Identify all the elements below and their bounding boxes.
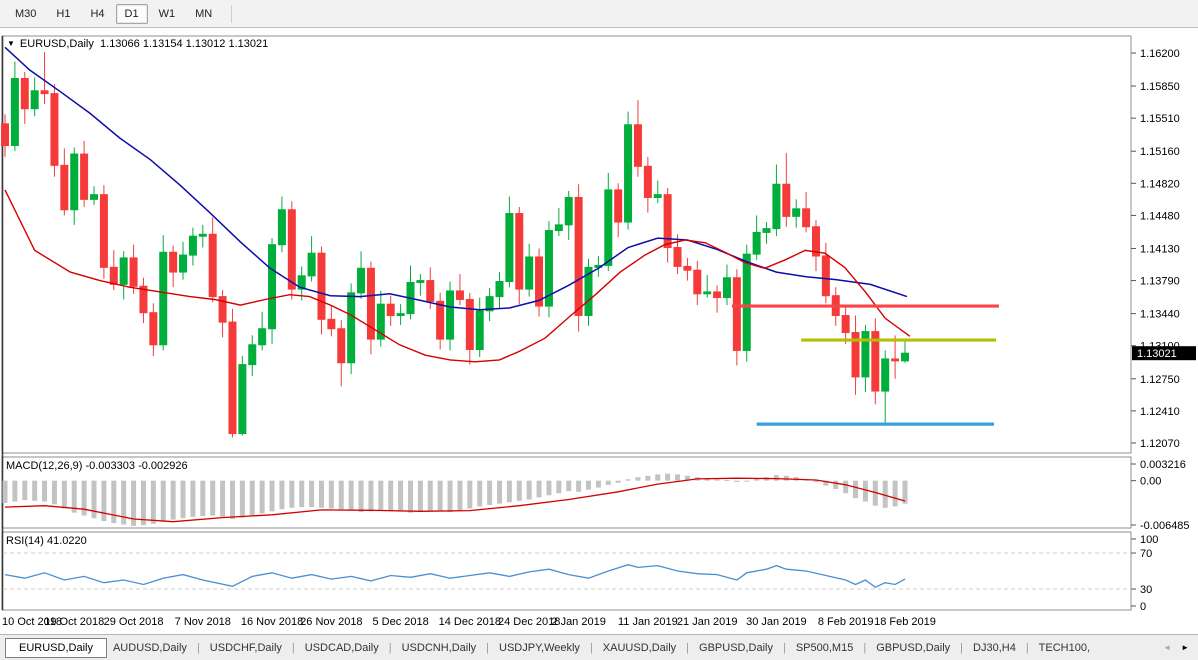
svg-text:18 Feb 2019: 18 Feb 2019: [874, 616, 936, 628]
chart-tab-6-xauusd-daily[interactable]: XAUUSD,Daily: [601, 639, 678, 657]
chart-tab-1-audusd-daily[interactable]: AUDUSD,Daily: [111, 639, 189, 657]
svg-text:7 Nov 2018: 7 Nov 2018: [175, 616, 231, 628]
tab-separator: |: [960, 642, 963, 654]
svg-text:21 Jan 2019: 21 Jan 2019: [677, 616, 738, 628]
svg-text:1.14820: 1.14820: [1140, 178, 1180, 190]
chart-tab-7-gbpusd-daily[interactable]: GBPUSD,Daily: [697, 639, 775, 657]
chart-title: ▼ EURUSD,Daily 1.13066 1.13154 1.13012 1.…: [7, 38, 268, 50]
chart-tab-4-usdcnh-daily[interactable]: USDCNH,Daily: [400, 639, 479, 657]
chart-tab-8-sp500-m15[interactable]: SP500,M15: [794, 639, 855, 657]
chart-area[interactable]: 1.16200 1.15850 1.15510 1.15160 1.14820 1.144…: [0, 0, 1198, 660]
svg-text:70: 70: [1140, 548, 1152, 560]
tab-scroll-right-icon[interactable]: ►: [1176, 643, 1194, 652]
tab-separator: |: [863, 642, 866, 654]
svg-text:1.15160: 1.15160: [1140, 146, 1180, 158]
tab-separator: |: [590, 642, 593, 654]
svg-text:8 Feb 2019: 8 Feb 2019: [818, 616, 874, 628]
chart-tab-9-gbpusd-daily[interactable]: GBPUSD,Daily: [874, 639, 952, 657]
timeframe-button-mn[interactable]: MN: [186, 4, 221, 24]
timeframe-button-h4[interactable]: H4: [81, 4, 113, 24]
tab-separator: |: [486, 642, 489, 654]
svg-text:16 Nov 2018: 16 Nov 2018: [241, 616, 303, 628]
svg-text:1.12750: 1.12750: [1140, 374, 1180, 386]
chart-tab-2-usdchf-daily[interactable]: USDCHF,Daily: [208, 639, 284, 657]
rsi-indicator-label: RSI(14) 41.0220: [6, 535, 87, 547]
chart-canvas[interactable]: 1.16200 1.15850 1.15510 1.15160 1.14820 1.144…: [0, 0, 1198, 660]
chart-tabbar: EURUSD,DailyAUDUSD,Daily | USDCHF,Daily | US…: [0, 634, 1198, 660]
tab-separator: |: [783, 642, 786, 654]
rsi-panel-frame: [2, 532, 1131, 610]
chart-tab-10-dj30-h4[interactable]: DJ30,H4: [971, 639, 1018, 657]
trading-platform-window: M30H1H4D1W1MN 1.16200 1.15850 1.15510 1.151…: [0, 0, 1198, 660]
tab-separator: |: [292, 642, 295, 654]
svg-text:0: 0: [1140, 601, 1146, 613]
svg-text:1.14480: 1.14480: [1140, 210, 1180, 222]
svg-text:11 Jan 2019: 11 Jan 2019: [618, 616, 678, 628]
tab-scroll-left-icon[interactable]: ◄: [1158, 643, 1176, 652]
svg-text:1.12410: 1.12410: [1140, 406, 1180, 418]
tab-separator: |: [1026, 642, 1029, 654]
svg-text:0.003216: 0.003216: [1140, 459, 1186, 471]
timeframe-button-h1[interactable]: H1: [47, 4, 79, 24]
chart-symbol-label: EURUSD,Daily: [20, 38, 94, 50]
svg-text:30: 30: [1140, 584, 1152, 596]
date-axis: 10 Oct 201819 Oct 201829 Oct 20187 Nov 2…: [2, 616, 936, 628]
toolbar-separator: [231, 5, 232, 23]
svg-text:1.13021: 1.13021: [1137, 348, 1177, 360]
tab-separator: |: [389, 642, 392, 654]
price-axis: 1.16200 1.15850 1.15510 1.15160 1.14820 1.144…: [1131, 48, 1180, 450]
chart-tab-5-usdjpy-weekly[interactable]: USDJPY,Weekly: [497, 639, 582, 657]
macd-indicator-label: MACD(12,26,9) -0.003303 -0.002926: [6, 460, 188, 472]
tab-separator: |: [686, 642, 689, 654]
timeframe-button-d1[interactable]: D1: [116, 4, 148, 24]
svg-text:1.15510: 1.15510: [1140, 113, 1180, 125]
svg-text:1.15850: 1.15850: [1140, 81, 1180, 93]
svg-text:1.13790: 1.13790: [1140, 276, 1180, 288]
svg-text:100: 100: [1140, 534, 1158, 546]
svg-text:1.14130: 1.14130: [1140, 243, 1180, 255]
main-panel-frame: [2, 36, 1131, 453]
svg-text:29 Oct 2018: 29 Oct 2018: [104, 616, 164, 628]
svg-text:30 Jan 2019: 30 Jan 2019: [746, 616, 807, 628]
macd-axis: 0.003216 0.00 -0.006485: [1131, 459, 1190, 532]
svg-text:1.12070: 1.12070: [1140, 438, 1180, 450]
current-price-label: 1.13021: [1132, 346, 1196, 360]
chart-tab-0-eurusd-daily[interactable]: EURUSD,Daily: [5, 638, 107, 658]
symbol-dropdown-icon[interactable]: ▼: [7, 39, 15, 48]
svg-text:1.16200: 1.16200: [1140, 48, 1180, 60]
svg-text:2 Jan 2019: 2 Jan 2019: [551, 616, 605, 628]
chart-tab-3-usdcad-daily[interactable]: USDCAD,Daily: [303, 639, 381, 657]
svg-text:1.13440: 1.13440: [1140, 309, 1180, 321]
svg-text:0.00: 0.00: [1140, 476, 1161, 488]
tab-scroll-controls: ◄►: [1158, 643, 1198, 652]
timeframe-button-w1[interactable]: W1: [150, 4, 185, 24]
timeframe-toolbar: M30H1H4D1W1MN: [0, 0, 1198, 28]
svg-text:5 Dec 2018: 5 Dec 2018: [372, 616, 428, 628]
svg-text:-0.006485: -0.006485: [1140, 520, 1190, 532]
rsi-axis: 100 70 30 0: [1131, 534, 1158, 613]
timeframe-button-m30[interactable]: M30: [6, 4, 45, 24]
tab-separator: |: [197, 642, 200, 654]
svg-text:19 Oct 2018: 19 Oct 2018: [44, 616, 104, 628]
chart-ohlc-values: 1.13066 1.13154 1.13012 1.13021: [100, 38, 268, 50]
svg-text:26 Nov 2018: 26 Nov 2018: [300, 616, 362, 628]
chart-tab-11-tech100[interactable]: TECH100,: [1037, 639, 1092, 657]
svg-text:14 Dec 2018: 14 Dec 2018: [439, 616, 501, 628]
